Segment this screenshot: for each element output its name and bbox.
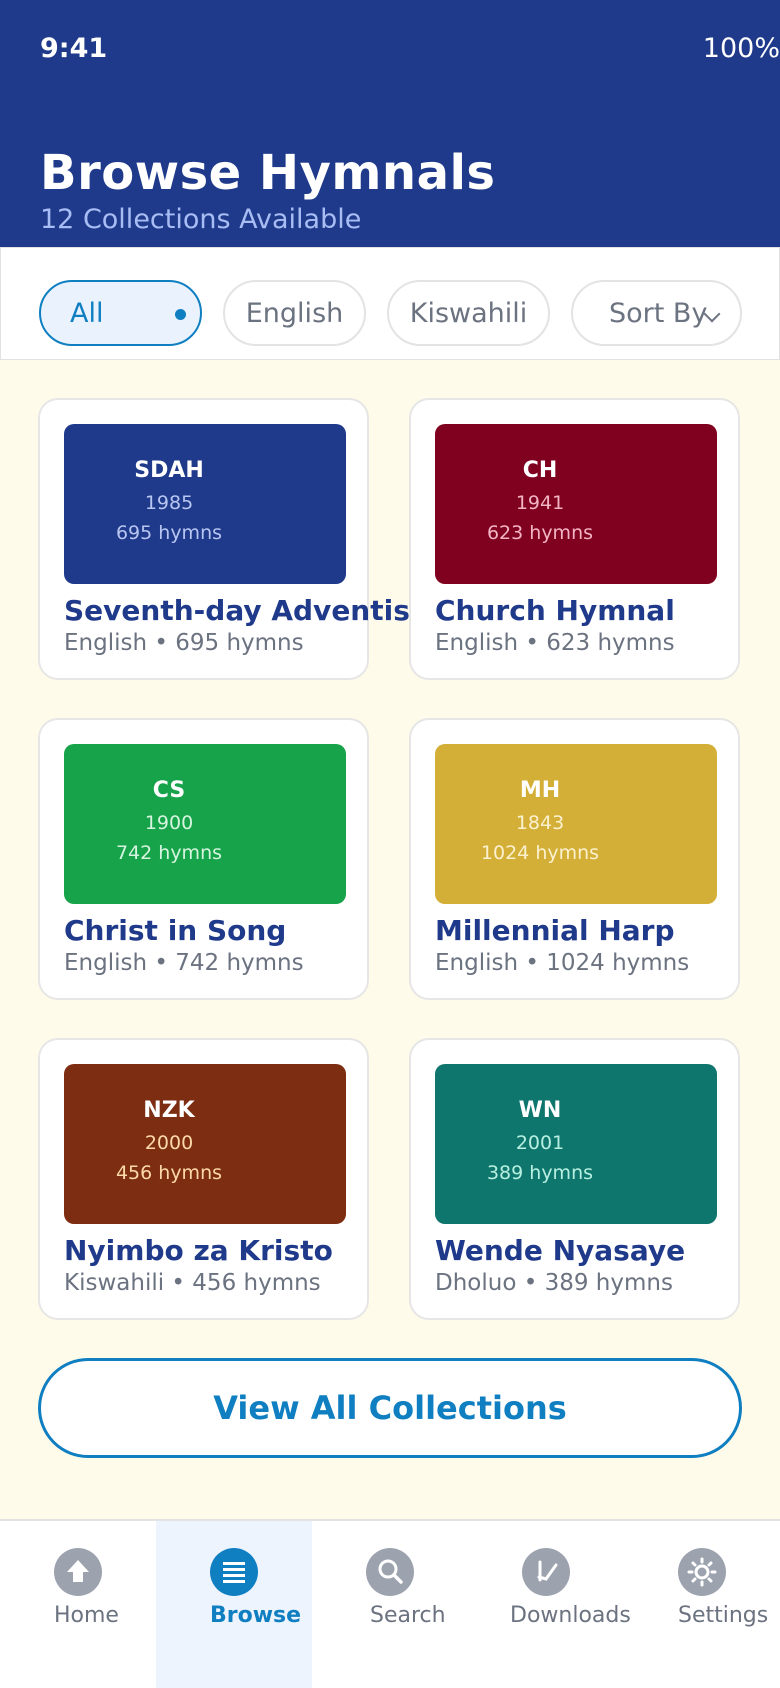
cover-abbreviation: CH	[522, 458, 558, 483]
cover-abbreviation: MH	[519, 778, 561, 803]
filter-chip-label: English	[245, 297, 344, 329]
nav-item-downloads[interactable]: Downloads	[468, 1521, 631, 1688]
collection-card[interactable]: SDAH 1985 695 hymns Seventh-day Adventis…	[38, 398, 410, 680]
cover-hymn-count: 695 hymns	[115, 522, 223, 544]
collection-cover: CS 1900 742 hymns	[64, 744, 346, 904]
nav-label: Browse	[210, 1603, 302, 1628]
cover-hymn-count: 623 hymns	[486, 522, 594, 544]
collection-meta: Kiswahili • 456 hymns	[64, 1270, 321, 1296]
collection-meta: Dholuo • 389 hymns	[435, 1270, 673, 1296]
collection-meta: English • 623 hymns	[435, 630, 675, 656]
collection-cover: SDAH 1985 695 hymns	[64, 424, 346, 584]
status-time: 9:41	[40, 33, 108, 64]
collection-meta: English • 742 hymns	[64, 950, 304, 976]
nav-label: Home	[54, 1603, 119, 1628]
cover-hymn-count: 389 hymns	[486, 1162, 594, 1184]
app-header: 9:41 100% Browse Hymnals 12 Collections …	[0, 0, 780, 247]
search-icon	[366, 1548, 414, 1596]
nav-item-search[interactable]: Search	[312, 1521, 468, 1688]
filter-chip-all[interactable]: All	[39, 280, 202, 346]
sort-by-dropdown[interactable]: Sort By	[571, 280, 742, 346]
nav-label: Downloads	[510, 1603, 631, 1628]
collection-card[interactable]: NZK 2000 456 hymns Nyimbo za Kristo Kisw…	[38, 1038, 369, 1320]
cover-year: 1941	[515, 492, 565, 514]
filter-chip-english[interactable]: English	[223, 280, 366, 346]
cover-year: 1843	[515, 812, 565, 834]
filter-chip-kiswahili[interactable]: Kiswahili	[387, 280, 550, 346]
cover-year: 2000	[144, 1132, 194, 1154]
list-icon	[210, 1548, 258, 1596]
cover-abbreviation: WN	[518, 1098, 562, 1123]
collection-title: Seventh-day Adventis	[64, 594, 410, 627]
cover-abbreviation: NZK	[143, 1098, 195, 1123]
nav-label: Search	[370, 1603, 446, 1628]
view-all-collections-button[interactable]: View All Collections	[38, 1358, 742, 1458]
cover-year: 2001	[515, 1132, 565, 1154]
page-title: Browse Hymnals	[40, 145, 496, 201]
nav-label: Settings	[678, 1603, 769, 1628]
collection-card[interactable]: CS 1900 742 hymns Christ in Song English…	[38, 718, 369, 1000]
nav-item-browse[interactable]: Browse	[156, 1521, 312, 1688]
collection-title: Christ in Song	[64, 914, 287, 947]
filter-bar: All English Kiswahili Sort By	[0, 247, 780, 360]
bottom-nav: Home Browse Search Downloads Settings	[0, 1519, 780, 1688]
cover-year: 1985	[144, 492, 194, 514]
cover-hymn-count: 456 hymns	[115, 1162, 223, 1184]
sort-by-label: Sort By	[609, 297, 708, 329]
collection-cover: NZK 2000 456 hymns	[64, 1064, 346, 1224]
collection-title: Nyimbo za Kristo	[64, 1234, 333, 1267]
collection-meta: English • 695 hymns	[64, 630, 304, 656]
filter-chip-label: Kiswahili	[409, 297, 528, 329]
status-battery: 100%	[702, 33, 780, 64]
collection-title: Wende Nyasaye	[435, 1234, 686, 1267]
cover-abbreviation: SDAH	[134, 458, 204, 483]
active-dot-icon	[175, 309, 186, 320]
gear-icon	[678, 1548, 726, 1596]
cover-year: 1900	[144, 812, 194, 834]
cover-hymn-count: 742 hymns	[115, 842, 223, 864]
home-icon	[54, 1548, 102, 1596]
nav-item-settings[interactable]: Settings	[624, 1521, 780, 1688]
collection-card[interactable]: WN 2001 389 hymns Wende Nyasaye Dholuo •…	[409, 1038, 740, 1320]
cover-hymn-count: 1024 hymns	[480, 842, 600, 864]
download-icon	[522, 1548, 570, 1596]
collection-meta: English • 1024 hymns	[435, 950, 690, 976]
collection-card[interactable]: CH 1941 623 hymns Church Hymnal English …	[409, 398, 740, 680]
filter-chip-label: All	[70, 297, 104, 329]
collection-title: Church Hymnal	[435, 594, 675, 627]
collection-cover: CH 1941 623 hymns	[435, 424, 717, 584]
nav-item-home[interactable]: Home	[0, 1521, 156, 1688]
collection-cover: WN 2001 389 hymns	[435, 1064, 717, 1224]
collection-card[interactable]: MH 1843 1024 hymns Millennial Harp Engli…	[409, 718, 740, 1000]
collection-title: Millennial Harp	[435, 914, 675, 947]
page-subtitle: 12 Collections Available	[40, 204, 362, 235]
collection-cover: MH 1843 1024 hymns	[435, 744, 717, 904]
cover-abbreviation: CS	[152, 778, 186, 803]
